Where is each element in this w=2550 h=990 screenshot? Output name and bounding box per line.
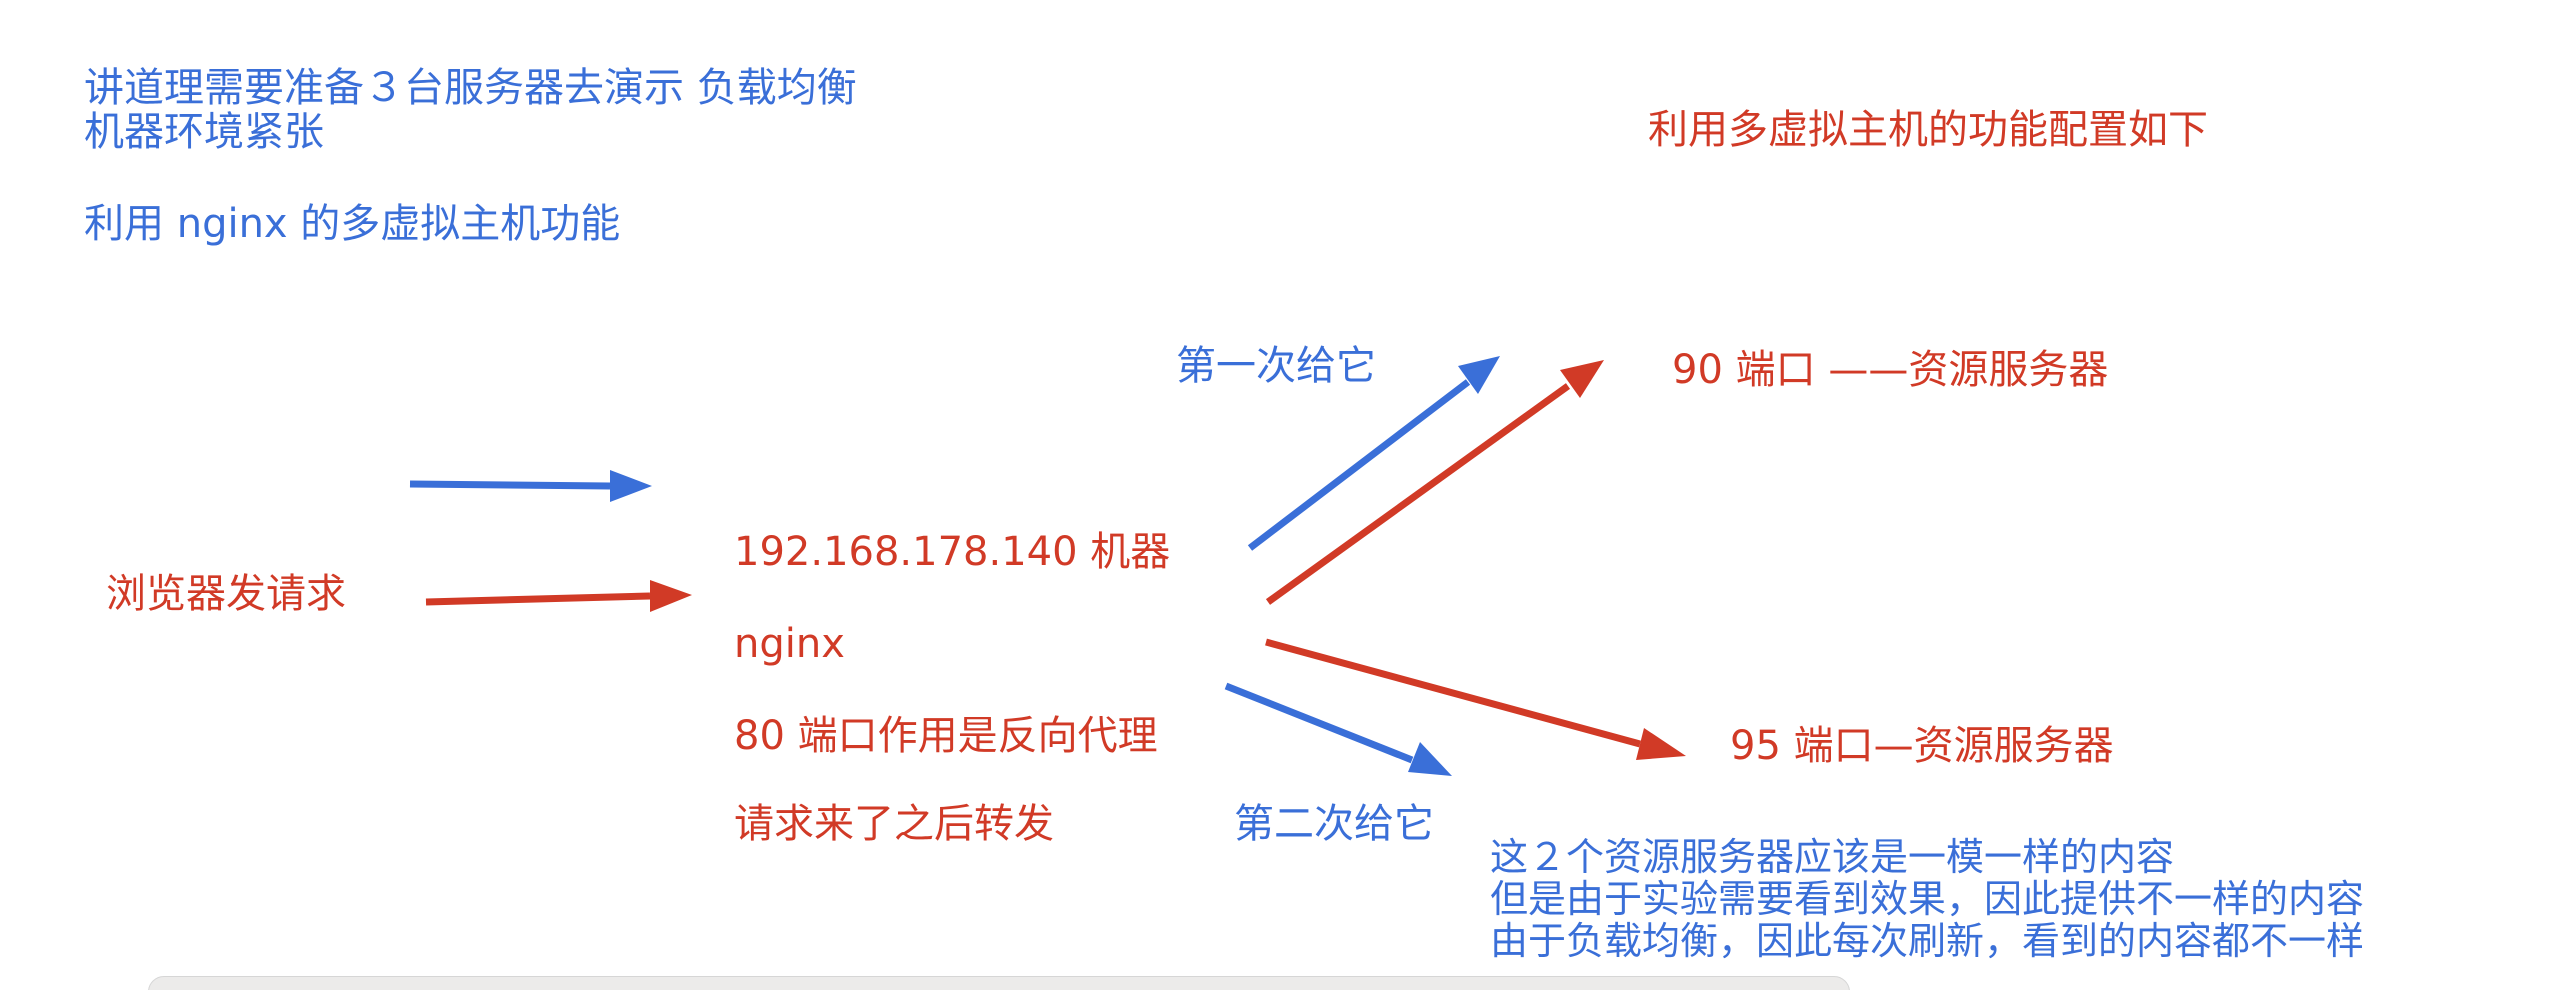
dock-bar: [148, 976, 1850, 990]
blue-second-arrow: [1224, 682, 1452, 776]
arrows-layer: [409, 356, 1686, 776]
red-to-95-arrow: [1265, 638, 1686, 760]
blue-request-arrow: [409, 470, 652, 502]
red-to-90-arrow: [1265, 360, 1604, 605]
red-request-arrow: [425, 580, 692, 612]
blue-first-arrow: [1247, 356, 1500, 551]
diagram-canvas: 讲道理需要准备３台服务器去演示 负载均衡 机器环境紧张 利用 nginx 的多虚…: [0, 0, 2550, 990]
